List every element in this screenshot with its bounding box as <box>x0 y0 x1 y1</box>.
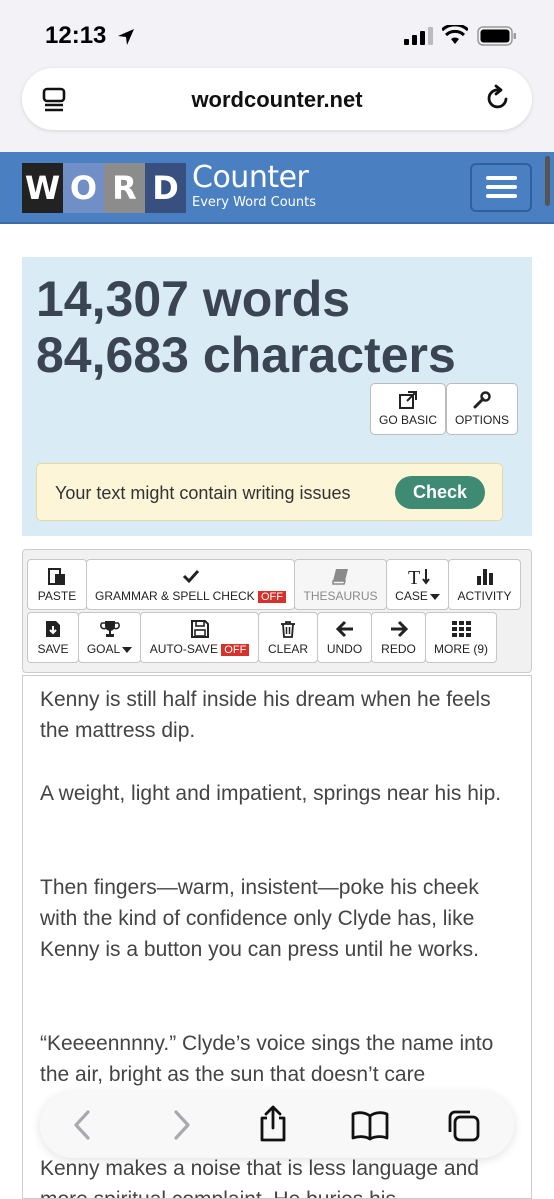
goal-label: GOAL <box>86 642 121 656</box>
grammar-label: GRAMMAR & SPELL CHECK <box>95 589 255 603</box>
wifi-icon <box>442 25 468 44</box>
forward-icon[interactable] <box>168 1108 194 1142</box>
site-logo[interactable]: W O R D <box>22 163 186 213</box>
cellular-signal-icon <box>404 27 433 45</box>
menu-bar-icon <box>486 176 517 180</box>
editor-paragraph: Kenny is still half inside his dream whe… <box>40 688 491 742</box>
battery-icon <box>477 26 516 46</box>
external-link-icon <box>399 391 417 409</box>
editor-paragraph: Then fingers—warm, insistent—poke his ch… <box>40 876 479 961</box>
thesaurus-button[interactable]: THESAURUS <box>294 559 387 610</box>
page-scrollbar[interactable] <box>545 156 550 206</box>
grammar-spell-check-button[interactable]: GRAMMAR & SPELL CHECK OFF <box>86 559 295 610</box>
status-bar: 12:13 <box>0 0 554 68</box>
location-arrow-icon <box>118 29 134 45</box>
auto-save-button[interactable]: AUTO-SAVE OFF <box>140 612 259 663</box>
editor-paragraph: A weight, light and impatient, springs n… <box>40 782 502 805</box>
caret-down-icon <box>429 593 440 600</box>
status-time: 12:13 <box>45 22 107 49</box>
paste-label: PASTE <box>37 589 77 603</box>
text-case-icon: T <box>408 567 430 588</box>
undo-button[interactable]: UNDO <box>317 612 372 663</box>
grid-icon <box>452 621 471 637</box>
logo-letter-r: R <box>104 163 145 213</box>
back-icon[interactable] <box>70 1108 96 1142</box>
logo-tagline: Every Word Counts <box>192 195 317 210</box>
save-button[interactable]: SAVE <box>27 612 79 663</box>
wrench-icon <box>473 391 491 409</box>
go-basic-label: GO BASIC <box>378 413 437 427</box>
bar-chart-icon <box>476 569 493 585</box>
editor-paragraph: Kenny makes a noise that is less languag… <box>40 1157 479 1198</box>
auto-save-off-badge: OFF <box>221 644 250 656</box>
editor-toolbar: PASTE GRAMMAR & SPELL CHECK OFF THESAURU… <box>22 549 532 673</box>
writing-issues-text: Your text might contain writing issues <box>55 483 351 503</box>
auto-save-label: AUTO-SAVE <box>149 642 218 656</box>
case-dropdown-button[interactable]: T CASE <box>386 559 449 610</box>
floppy-disk-icon <box>190 620 209 638</box>
save-label: SAVE <box>37 642 69 656</box>
browser-address-area: wordcounter.net <box>0 68 554 152</box>
activity-label: ACTIVITY <box>457 589 512 603</box>
word-count: 14,307 words <box>36 271 351 327</box>
save-download-icon <box>46 621 60 637</box>
caret-down-icon <box>122 646 133 653</box>
svg-text:T: T <box>408 567 420 588</box>
options-label: OPTIONS <box>454 413 509 427</box>
check-button[interactable]: Check <box>395 476 485 509</box>
undo-label: UNDO <box>326 642 363 656</box>
paste-button[interactable]: PASTE <box>27 559 87 610</box>
logo-counter-word: Counter <box>192 160 309 195</box>
go-basic-button[interactable]: GO BASIC <box>370 383 446 435</box>
options-button[interactable]: OPTIONS <box>446 383 518 435</box>
redo-label: REDO <box>381 642 416 656</box>
writing-issues-banner: Your text might contain writing issues C… <box>36 463 503 521</box>
character-count: 84,683 characters <box>36 327 456 383</box>
book-icon <box>331 569 348 585</box>
goal-dropdown-button[interactable]: GOAL <box>78 612 141 663</box>
activity-button[interactable]: ACTIVITY <box>448 559 521 610</box>
logo-letter-d: D <box>145 163 186 213</box>
trash-icon <box>281 621 295 638</box>
logo-letter-o: O <box>63 163 104 213</box>
reload-icon[interactable] <box>484 84 512 112</box>
checkmark-icon <box>182 569 199 584</box>
logo-letter-w: W <box>22 163 63 213</box>
share-icon[interactable] <box>256 1105 290 1143</box>
arrow-right-icon <box>390 620 408 638</box>
bookmarks-icon[interactable] <box>351 1108 389 1142</box>
menu-bar-icon <box>486 185 517 189</box>
clear-button[interactable]: CLEAR <box>258 612 318 663</box>
menu-bar-icon <box>486 194 517 198</box>
trophy-icon <box>99 621 120 637</box>
stats-panel: 14,307 words 84,683 characters GO BASIC … <box>22 257 532 536</box>
case-label: CASE <box>395 589 428 603</box>
site-header: W O R D Counter Every Word Counts <box>0 152 554 224</box>
grammar-off-badge: OFF <box>257 591 286 603</box>
thesaurus-label: THESAURUS <box>303 589 378 603</box>
url-text[interactable]: wordcounter.net <box>22 87 532 113</box>
more-button[interactable]: MORE (9) <box>425 612 497 663</box>
tabs-icon[interactable] <box>446 1108 482 1144</box>
hamburger-menu-button[interactable] <box>470 163 532 212</box>
arrow-left-icon <box>335 620 353 638</box>
clipboard-icon <box>48 568 65 585</box>
address-bar[interactable]: wordcounter.net <box>22 68 532 130</box>
editor-paragraph: “Keeeennnny.” Clyde’s voice sings the na… <box>40 1032 494 1086</box>
more-label: MORE (9) <box>434 642 488 656</box>
redo-button[interactable]: REDO <box>371 612 426 663</box>
browser-bottom-toolbar <box>40 1092 514 1158</box>
clear-label: CLEAR <box>267 642 308 656</box>
